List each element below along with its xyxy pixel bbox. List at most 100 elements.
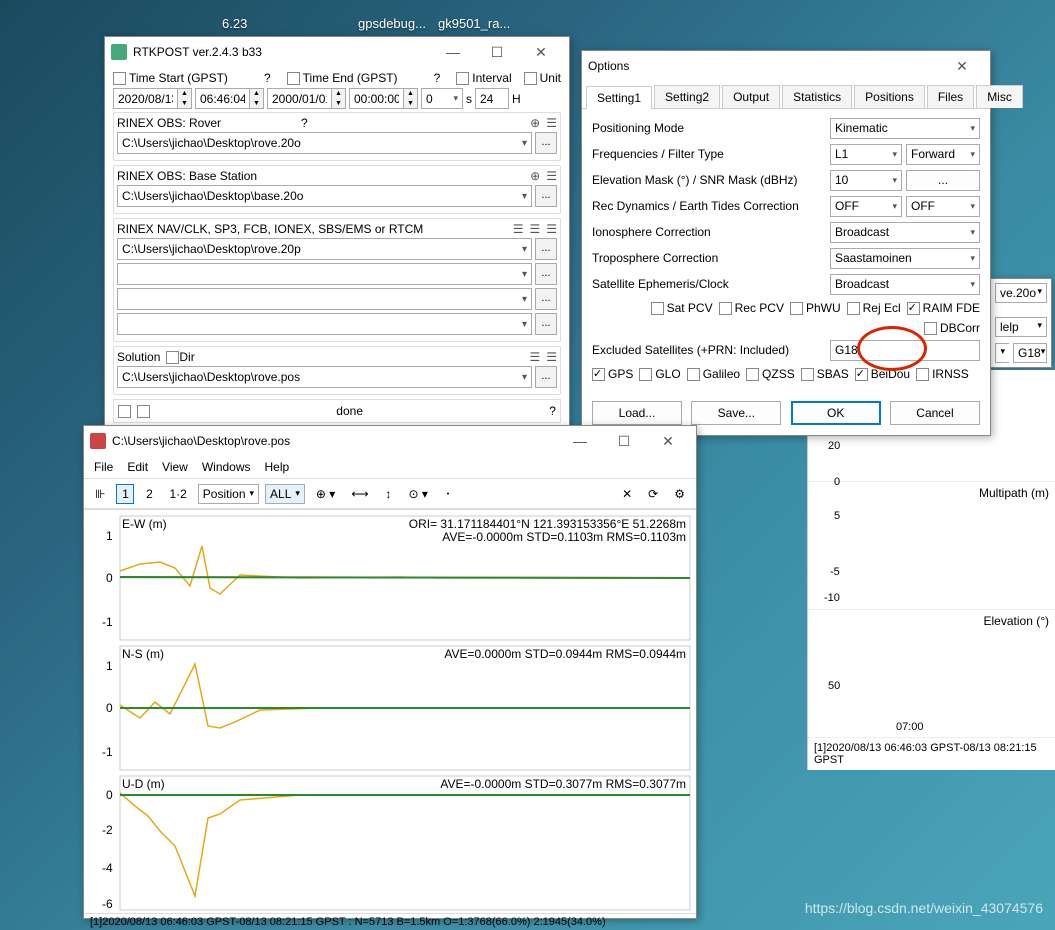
time-start-checkbox[interactable] <box>113 72 126 85</box>
tab-positions[interactable]: Positions <box>854 85 925 108</box>
browse-button[interactable]: ... <box>535 288 557 310</box>
fit-v-tool[interactable]: ↕ <box>380 484 398 504</box>
spin-buttons[interactable]: ▲▼ <box>331 88 346 109</box>
tropo-select[interactable]: Saastamoinen <box>830 248 980 269</box>
close-button[interactable]: ✕ <box>519 38 563 66</box>
browse-button[interactable]: ... <box>535 366 557 388</box>
menu-help[interactable]: Help <box>265 460 290 474</box>
settings-tool[interactable]: ⚙ <box>669 484 690 504</box>
list-icon[interactable]: ☰ <box>546 169 557 183</box>
menu-view[interactable]: View <box>162 460 188 474</box>
origin-tool[interactable]: ⊙ ▾ <box>404 484 433 504</box>
sel2-toggle[interactable]: 2 <box>140 484 158 504</box>
spin-buttons[interactable]: ▲▼ <box>403 88 418 109</box>
qzss-checkbox[interactable] <box>746 368 759 381</box>
spin-buttons[interactable]: ▲▼ <box>249 88 264 109</box>
connect-tool[interactable]: ⊪ <box>90 484 110 504</box>
tides-select[interactable]: OFF <box>906 196 980 217</box>
spin-buttons[interactable]: ▲▼ <box>177 88 192 109</box>
close-button[interactable]: ✕ <box>940 52 984 80</box>
gps-checkbox[interactable] <box>592 368 605 381</box>
list-icon[interactable]: ☰ <box>546 116 557 130</box>
sel12-toggle[interactable]: 1·2 <box>164 484 191 504</box>
base-path-combo[interactable]: C:\Users\jichao\Desktop\base.20o <box>117 185 532 207</box>
browse-button[interactable]: ... <box>535 263 557 285</box>
solution-path-combo[interactable]: C:\Users\jichao\Desktop\rove.pos <box>117 366 532 388</box>
titlebar[interactable]: RTKPOST ver.2.4.3 b33 — ☐ ✕ <box>105 37 569 67</box>
help-q[interactable]: ? <box>549 404 556 418</box>
swap-icon[interactable]: ⊕ <box>530 169 540 183</box>
rec-dyn-select[interactable]: OFF <box>830 196 902 217</box>
list-icon[interactable]: ☰ <box>529 350 540 364</box>
toggle-tool[interactable]: ･ <box>439 482 457 505</box>
time-end-checkbox[interactable] <box>287 72 300 85</box>
dir-checkbox[interactable] <box>166 351 179 364</box>
ephem-select[interactable]: Broadcast <box>830 274 980 295</box>
date-start-input[interactable] <box>113 88 177 109</box>
clear-tool[interactable]: ✕ <box>617 484 637 504</box>
tab-misc[interactable]: Misc <box>976 85 1023 108</box>
tab-setting2[interactable]: Setting2 <box>654 85 720 108</box>
pos-mode-select[interactable]: Kinematic <box>830 118 980 139</box>
hidden-combo[interactable]: ve.20o <box>995 283 1047 303</box>
phwu-checkbox[interactable] <box>790 302 803 315</box>
satpcv-checkbox[interactable] <box>651 302 664 315</box>
menu-edit[interactable]: Edit <box>127 460 148 474</box>
rover-path-combo[interactable]: C:\Users\jichao\Desktop\rove.20o <box>117 132 532 154</box>
browse-button[interactable]: ... <box>535 238 557 260</box>
list-icon[interactable]: ☰ <box>546 350 557 364</box>
interval-select[interactable]: 0 <box>421 88 463 109</box>
elev-select[interactable]: 10 <box>830 170 902 191</box>
time-end-input[interactable] <box>349 88 403 109</box>
iono-select[interactable]: Broadcast <box>830 222 980 243</box>
excl-input[interactable] <box>830 340 980 361</box>
status-chk1[interactable] <box>118 405 131 418</box>
tab-files[interactable]: Files <box>927 85 974 108</box>
nav-path4-combo[interactable] <box>117 313 532 335</box>
interval-checkbox[interactable] <box>456 72 469 85</box>
irnss-checkbox[interactable] <box>916 368 929 381</box>
rejecl-checkbox[interactable] <box>847 302 860 315</box>
unit-input[interactable] <box>475 88 509 109</box>
swap-icon[interactable]: ⊕ <box>530 116 540 130</box>
list-icon[interactable]: ☰ <box>513 222 524 236</box>
menu-windows[interactable]: Windows <box>202 460 251 474</box>
dbcorr-checkbox[interactable] <box>924 322 937 335</box>
help-q[interactable]: ? <box>434 71 441 85</box>
list-icon[interactable]: ☰ <box>546 222 557 236</box>
titlebar[interactable]: Options ✕ <box>582 51 990 81</box>
raimfde-checkbox[interactable] <box>907 302 920 315</box>
maximize-button[interactable]: ☐ <box>475 38 519 66</box>
sat-filter-select[interactable]: ALL <box>265 484 305 504</box>
plot-area[interactable]: E-W (m) 1 0 -1 ORI= 31.171184401°N 121.3… <box>84 509 696 913</box>
maximize-button[interactable]: ☐ <box>602 427 646 455</box>
hidden-combo[interactable]: lelp <box>995 317 1047 337</box>
browse-button[interactable]: ... <box>535 132 557 154</box>
reload-tool[interactable]: ⟳ <box>643 484 663 504</box>
galileo-checkbox[interactable] <box>687 368 700 381</box>
unit-checkbox[interactable] <box>524 72 537 85</box>
filter-select[interactable]: Forward <box>906 144 980 165</box>
list-icon[interactable]: ☰ <box>529 222 540 236</box>
plot-type-select[interactable]: Position <box>198 484 259 504</box>
close-button[interactable]: ✕ <box>646 427 690 455</box>
browse-button[interactable]: ... <box>535 185 557 207</box>
recpcv-checkbox[interactable] <box>719 302 732 315</box>
freq-select[interactable]: L1 <box>830 144 902 165</box>
browse-button[interactable]: ... <box>535 313 557 335</box>
glo-checkbox[interactable] <box>639 368 652 381</box>
cancel-button[interactable]: Cancel <box>890 401 980 425</box>
fit-h-tool[interactable]: ⟷ <box>346 484 373 504</box>
beidou-checkbox[interactable] <box>855 368 868 381</box>
date-end-input[interactable] <box>267 88 331 109</box>
sbas-checkbox[interactable] <box>801 368 814 381</box>
help-q[interactable]: ? <box>264 71 271 85</box>
tab-output[interactable]: Output <box>722 85 780 108</box>
center-tool[interactable]: ⊕ ▾ <box>311 484 340 504</box>
snr-button[interactable]: ... <box>906 170 980 191</box>
sel1-toggle[interactable]: 1 <box>116 484 134 504</box>
hidden-combo-sat[interactable]: G18 <box>1013 343 1047 363</box>
status-chk2[interactable] <box>137 405 150 418</box>
load-button[interactable]: Load... <box>592 401 682 425</box>
ok-button[interactable]: OK <box>791 401 881 425</box>
